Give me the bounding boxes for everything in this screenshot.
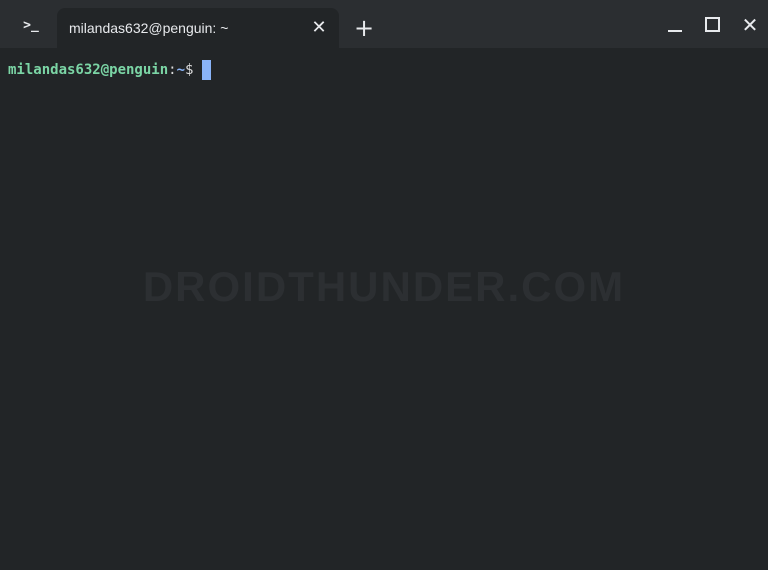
tab-title: milandas632@penguin: ~ <box>69 20 229 36</box>
prompt-path: ~ <box>176 62 186 78</box>
minimize-icon[interactable] <box>662 12 688 38</box>
prompt-symbol: $ <box>185 62 194 78</box>
watermark: DROIDTHUNDER.COM <box>142 263 626 310</box>
terminal-window: >_ milandas632@penguin: ~ ✕ + ✕ milandas… <box>0 0 768 570</box>
prompt-separator: : <box>168 62 177 78</box>
tab-active[interactable]: milandas632@penguin: ~ ✕ <box>57 8 339 48</box>
text-cursor <box>202 60 212 80</box>
terminal-area[interactable]: milandas632@penguin:~$ DROIDTHUNDER.COM <box>0 48 768 570</box>
title-bar: >_ milandas632@penguin: ~ ✕ + ✕ <box>0 0 768 48</box>
maximize-icon[interactable] <box>699 12 725 38</box>
terminal-app-icon[interactable]: >_ <box>14 14 48 38</box>
new-tab-button[interactable]: + <box>350 14 378 42</box>
prompt-user-host: milandas632@penguin <box>8 62 169 78</box>
prompt-line: milandas632@penguin:~$ <box>8 60 212 80</box>
tab-close-icon[interactable]: ✕ <box>309 18 329 38</box>
window-close-icon[interactable]: ✕ <box>737 12 763 38</box>
